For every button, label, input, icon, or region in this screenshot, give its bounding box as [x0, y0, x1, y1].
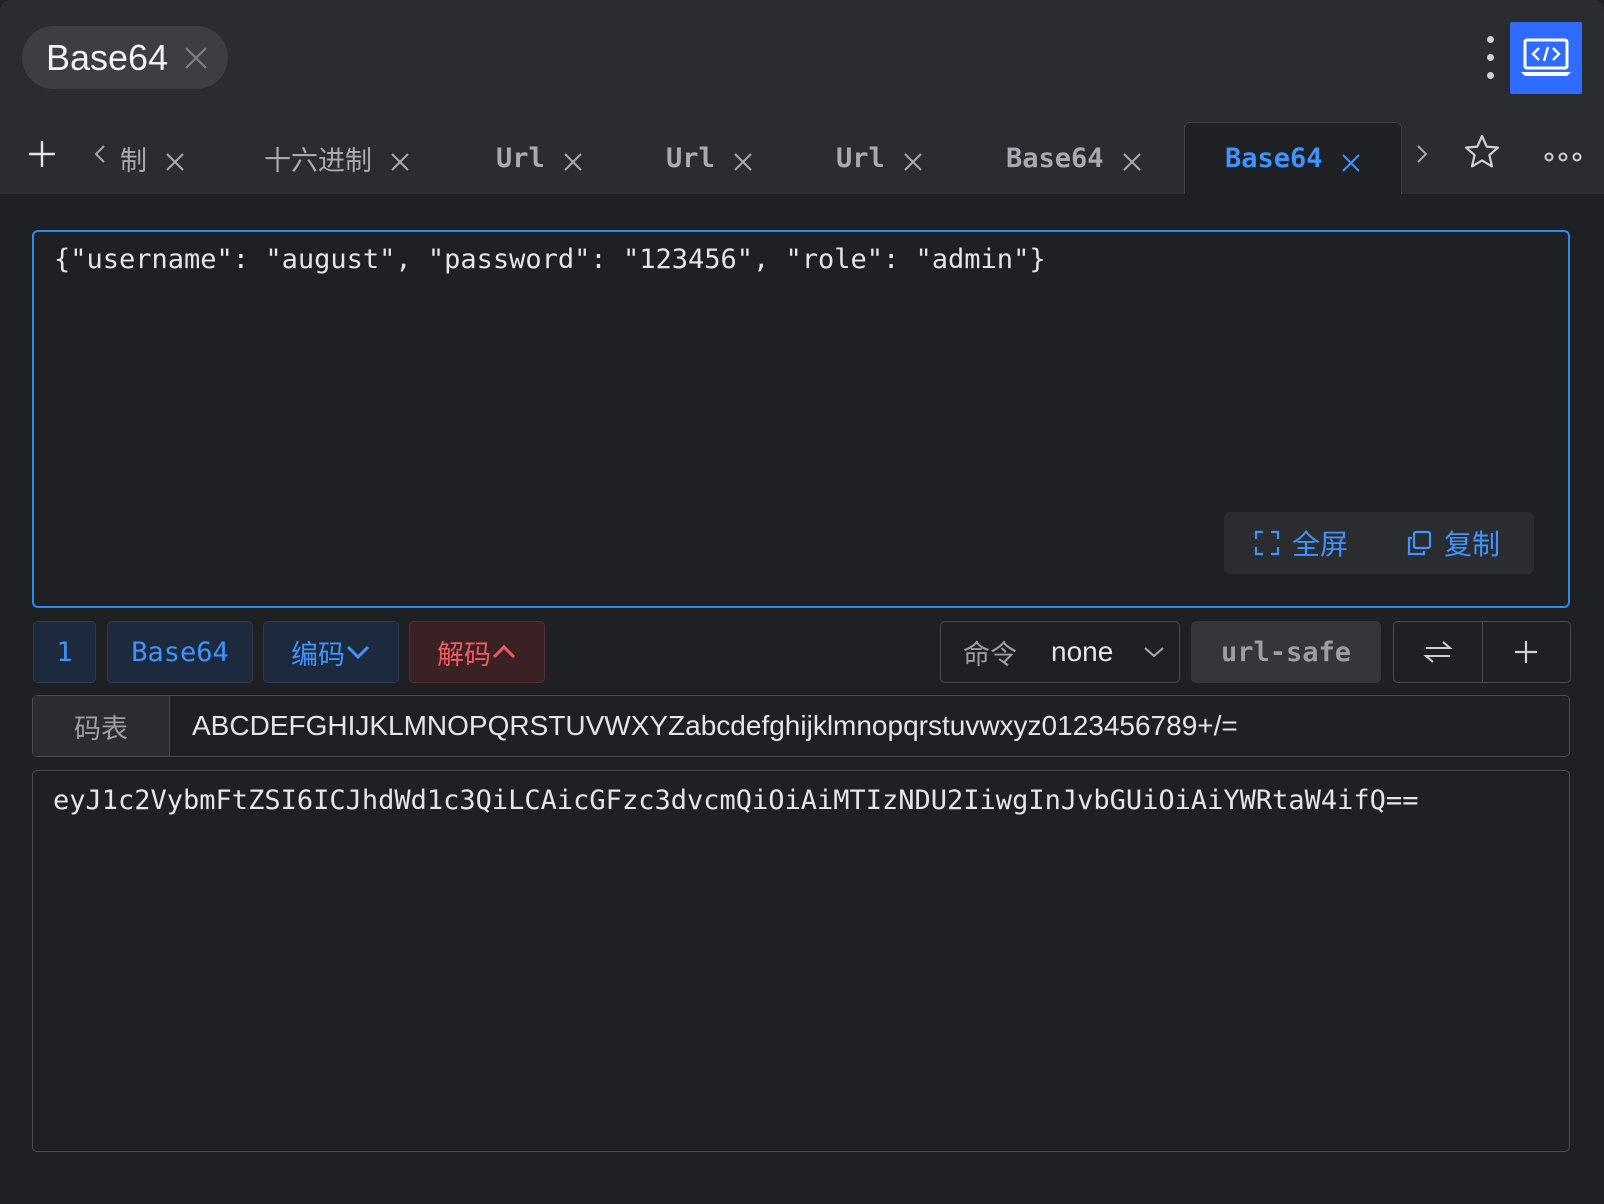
tab-5[interactable]: Url — [836, 122, 923, 194]
input-editor[interactable]: {"username": "august", "password": "1234… — [32, 230, 1570, 608]
plus-icon[interactable] — [1481, 622, 1571, 682]
more-icon[interactable] — [1544, 148, 1582, 162]
tab-2[interactable]: 十六进制 — [264, 122, 410, 194]
swap-icon[interactable] — [1394, 622, 1482, 682]
encode-label: 编码 — [291, 639, 345, 671]
command-value: none — [1051, 636, 1114, 667]
command-label: 命令 — [963, 639, 1017, 671]
tab-label: Url — [496, 142, 545, 174]
tab-6[interactable]: Base64 — [1006, 122, 1142, 194]
charset-row: 码表 ABCDEFGHIJKLMNOPQRSTUVWXYZabcdefghijk… — [32, 695, 1570, 757]
close-icon[interactable] — [903, 148, 923, 171]
tab-label: Base64 — [1225, 143, 1323, 174]
decode-button[interactable]: 解码 — [409, 621, 545, 683]
command-select[interactable]: 命令 none — [940, 621, 1180, 683]
close-icon[interactable] — [165, 148, 185, 171]
tab-label: 十六进制 — [264, 145, 372, 177]
tab-strip: 制 十六进制 Url Url Url Base64 Base64 — [0, 122, 1604, 194]
tab-label: Base64 — [1006, 142, 1104, 174]
charset-input[interactable]: ABCDEFGHIJKLMNOPQRSTUVWXYZabcdefghijklmn… — [170, 696, 1238, 756]
plus-icon[interactable] — [26, 138, 58, 170]
star-icon[interactable] — [1462, 132, 1502, 172]
output-text[interactable]: eyJ1c2VybmFtZSI6ICJhdWd1c3QiLCAicGFzc3dv… — [53, 785, 1418, 816]
output-editor[interactable]: eyJ1c2VybmFtZSI6ICJhdWd1c3QiLCAicGFzc3dv… — [32, 770, 1570, 1152]
tab-label: Url — [666, 142, 715, 174]
tab-7-active[interactable]: Base64 — [1184, 122, 1402, 194]
fullscreen-button[interactable]: 全屏 — [1254, 523, 1348, 563]
chevron-up-icon — [492, 644, 516, 659]
title-bar: Base64 — [0, 0, 1604, 122]
charset-label: 码表 — [33, 696, 170, 756]
tab-4[interactable]: Url — [666, 122, 753, 194]
window-title: Base64 — [46, 36, 169, 78]
close-icon[interactable] — [563, 148, 583, 171]
tab-1[interactable]: 制 — [120, 122, 185, 194]
app-window: Base64 制 十六进制 Url Url Url Base64 Base64 … — [0, 0, 1604, 1204]
close-icon[interactable] — [1122, 148, 1142, 171]
copy-icon — [1407, 530, 1432, 556]
encode-button[interactable]: 编码 — [263, 621, 399, 683]
method-button[interactable]: Base64 — [107, 621, 253, 683]
action-button-group — [1393, 621, 1571, 683]
close-icon[interactable] — [733, 148, 753, 171]
close-icon[interactable] — [390, 148, 410, 171]
input-text[interactable]: {"username": "august", "password": "1234… — [54, 244, 1046, 275]
window-title-pill[interactable]: Base64 — [22, 26, 228, 89]
tab-3[interactable]: Url — [496, 122, 583, 194]
tab-label: Url — [836, 142, 885, 174]
chevron-right-icon[interactable] — [1414, 142, 1430, 166]
close-icon[interactable] — [182, 44, 210, 72]
fullscreen-icon — [1254, 530, 1280, 556]
fullscreen-label: 全屏 — [1292, 528, 1349, 561]
chevron-left-icon[interactable] — [92, 142, 108, 166]
editor-actions: 全屏 复制 — [1224, 512, 1534, 574]
close-icon[interactable] — [1341, 149, 1361, 172]
kebab-menu-icon[interactable] — [1484, 36, 1496, 80]
step-index-button[interactable]: 1 — [33, 621, 96, 683]
chevron-down-icon — [1144, 647, 1164, 658]
tab-label: 制 — [120, 145, 147, 177]
copy-label: 复制 — [1444, 528, 1501, 561]
code-laptop-icon[interactable] — [1510, 22, 1582, 94]
chevron-down-icon — [346, 645, 370, 660]
url-safe-toggle[interactable]: url-safe — [1191, 621, 1381, 683]
decode-label: 解码 — [437, 639, 491, 671]
copy-button[interactable]: 复制 — [1406, 523, 1500, 563]
